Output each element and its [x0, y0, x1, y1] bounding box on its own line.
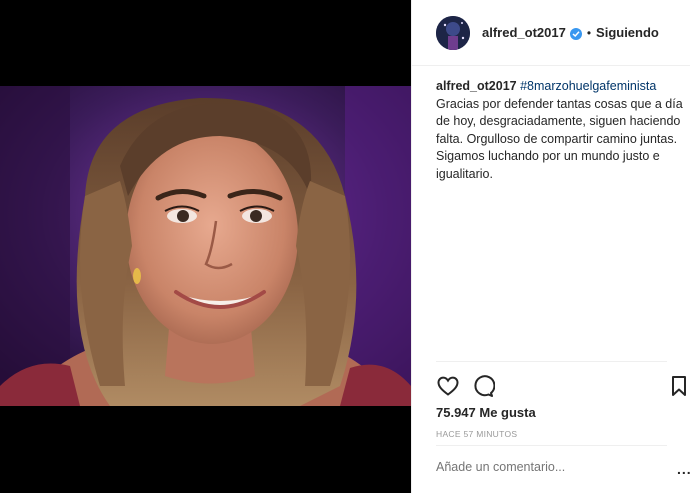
bookmark-icon[interactable]	[667, 374, 690, 398]
verified-badge-icon	[569, 27, 582, 40]
actions-divider	[436, 361, 667, 362]
post-side-panel: alfred_ot2017 • Siguiendo alfred_ot2017 …	[411, 0, 690, 493]
avatar[interactable]	[436, 15, 470, 50]
post-media-area	[0, 0, 411, 493]
post-header: alfred_ot2017 • Siguiendo	[412, 0, 690, 66]
comment-bubble-icon[interactable]	[471, 374, 496, 398]
username-link[interactable]: alfred_ot2017	[482, 25, 566, 40]
separator-dot: •	[586, 25, 592, 40]
likes-count[interactable]: 75.947 Me gusta	[436, 405, 536, 420]
post-photo[interactable]	[0, 86, 411, 406]
following-button[interactable]: Siguiendo	[596, 25, 659, 40]
post-caption: alfred_ot2017 #8marzohuelgafeminista Gra…	[436, 78, 684, 183]
hashtag-link[interactable]: #8marzohuelgafeminista	[520, 79, 656, 93]
avatar-image	[436, 15, 470, 50]
portrait-image	[0, 86, 411, 406]
caption-text: Gracias por defender tantas cosas que a …	[436, 96, 683, 181]
heart-icon[interactable]	[436, 374, 460, 398]
more-options-icon[interactable]: ...	[677, 461, 690, 477]
post-timestamp: HACE 57 MINUTOS	[436, 429, 518, 439]
comment-divider	[436, 445, 667, 446]
caption-username-link[interactable]: alfred_ot2017	[436, 79, 517, 93]
comment-input[interactable]	[436, 460, 648, 474]
